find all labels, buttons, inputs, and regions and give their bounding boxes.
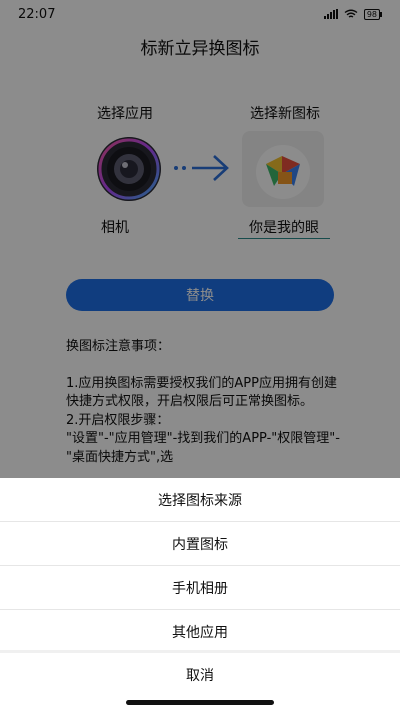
- home-indicator[interactable]: [126, 700, 274, 705]
- cancel-button[interactable]: 取消: [0, 653, 400, 697]
- sheet-title: 选择图标来源: [0, 478, 400, 522]
- option-photo-album[interactable]: 手机相册: [0, 566, 400, 610]
- option-other-apps[interactable]: 其他应用: [0, 610, 400, 654]
- option-builtin-icons[interactable]: 内置图标: [0, 522, 400, 566]
- icon-source-sheet: 选择图标来源 内置图标 手机相册 其他应用 取消: [0, 478, 400, 711]
